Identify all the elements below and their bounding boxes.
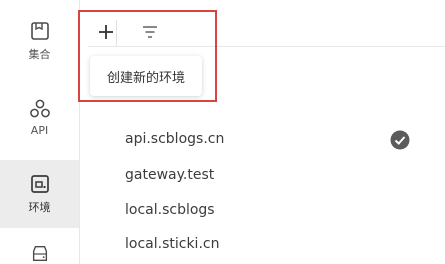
sidebar-item-storage[interactable] [0,238,79,264]
api-icon [29,99,50,117]
sidebar: 集合 API 环境 [0,0,80,264]
filter-button[interactable] [136,18,164,46]
filter-icon [143,26,157,38]
environments-panel: 创建新的环境 api.scblogs.cn gateway.test local… [80,0,445,264]
environment-row[interactable]: gateway.test [80,158,445,192]
sidebar-item-collections[interactable]: 集合 [0,10,79,72]
sidebar-item-api[interactable]: API [0,88,79,146]
collection-icon [30,22,49,40]
sidebar-item-label: API [30,123,49,137]
sidebar-item-label: 环境 [28,201,51,214]
app-window: 集合 API 环境 创建新的环境 api.scblogs.cn gateway.… [0,0,445,264]
plus-icon [99,25,113,39]
environment-row[interactable]: local.sticki.cn [80,227,445,261]
selected-check-icon [390,130,410,150]
environment-name: local.sticki.cn [125,236,220,252]
drive-icon [32,246,47,262]
toolbar [80,0,445,62]
environment-name: gateway.test [125,167,215,183]
environment-icon [30,175,49,193]
environment-name: api.scblogs.cn [125,131,225,147]
environment-name: local.scblogs [125,202,215,218]
toolbar-divider [116,20,117,46]
toolbar-separator [88,46,445,47]
sidebar-item-label: 集合 [28,48,51,61]
sidebar-item-environments[interactable]: 环境 [0,160,79,228]
environment-row[interactable]: local.scblogs [80,193,445,227]
environment-row[interactable]: api.scblogs.cn [80,122,445,156]
add-environment-tooltip: 创建新的环境 [90,56,202,96]
